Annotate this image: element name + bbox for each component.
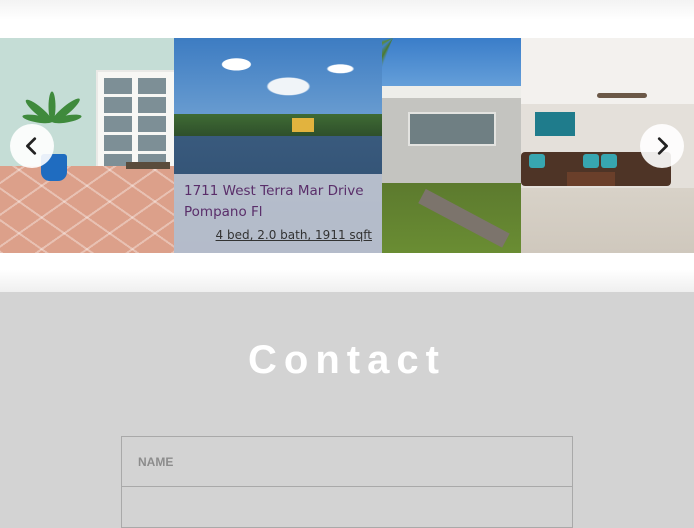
carousel-next-button[interactable] bbox=[640, 124, 684, 168]
yellow-house bbox=[292, 118, 314, 132]
slide-backyard-photo[interactable] bbox=[382, 38, 521, 253]
pillow bbox=[601, 154, 617, 168]
coffee-table bbox=[567, 172, 615, 186]
listing-address-line1: 1711 West Terra Mar Drive bbox=[184, 183, 364, 199]
tile-floor bbox=[521, 188, 694, 253]
carousel-prev-button[interactable] bbox=[10, 124, 54, 168]
contact-heading: Contact bbox=[248, 338, 446, 382]
listing-address-line2: Pompano Fl bbox=[184, 204, 263, 220]
ceiling-fan bbox=[597, 93, 647, 98]
chevron-left-icon bbox=[26, 137, 37, 155]
door-mat bbox=[126, 162, 170, 169]
chevron-right-icon bbox=[657, 137, 668, 155]
name-field[interactable]: NAME bbox=[122, 437, 572, 487]
pillow bbox=[529, 154, 545, 168]
patio-floor bbox=[0, 166, 174, 253]
palm-fronds bbox=[382, 38, 492, 118]
contact-form: NAME bbox=[121, 436, 573, 528]
listing-details-link[interactable]: 4 bed, 2.0 bath, 1911 sqft bbox=[216, 228, 372, 242]
wall-art bbox=[535, 112, 575, 136]
listing-address[interactable]: 1711 West Terra Mar Drive Pompano Fl bbox=[184, 181, 379, 223]
sky bbox=[174, 38, 382, 126]
pillow bbox=[583, 154, 599, 168]
listing-carousel[interactable]: 1711 West Terra Mar Drive Pompano Fl 4 b… bbox=[0, 38, 694, 253]
slide-waterfront-photo[interactable]: 1711 West Terra Mar Drive Pompano Fl 4 b… bbox=[174, 38, 382, 253]
shoreline-trees bbox=[174, 114, 382, 138]
